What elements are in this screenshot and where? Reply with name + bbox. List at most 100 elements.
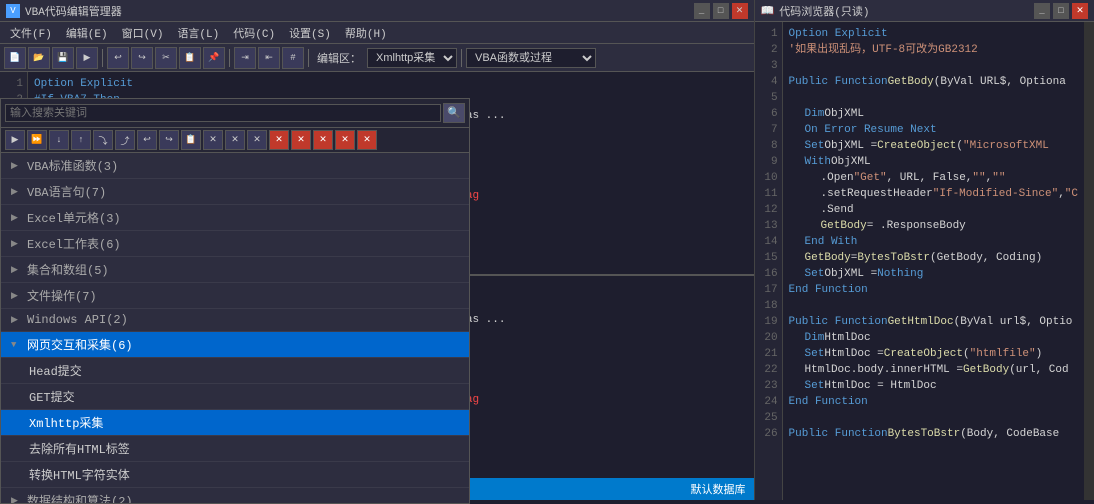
dt-btn-16[interactable]: ✕ — [335, 130, 355, 150]
app-container: V VBA代码编辑管理器 _ □ ✕ 文件(F) 编辑(E) 窗口(V) 语言(… — [0, 0, 1094, 500]
dropdown-label: VBA语言句(7) — [27, 183, 106, 200]
editor-label: 编辑区： — [317, 50, 361, 66]
code-line: GetBody = .ResponseBody — [789, 218, 1078, 234]
dropdown-item-xmlhttp[interactable]: Xmlhttp采集 — [1, 410, 469, 436]
code-line: Set HtmlDoc = CreateObject("htmlfile") — [789, 346, 1078, 362]
dropdown-overlay: 🔍 ▶ ⏩ ↓ ↑ ⤵ ⤴ ↩ ↪ 📋 ✕ ✕ ✕ ✕ ✕ ✕ ✕ ✕ — [0, 98, 470, 504]
dropdown-item-html-entity[interactable]: 转换HTML字符实体 — [1, 462, 469, 488]
dt-btn-4[interactable]: ↑ — [71, 130, 91, 150]
dt-btn-8[interactable]: ↪ — [159, 130, 179, 150]
menu-code[interactable]: 代码(C) — [227, 23, 281, 43]
status-db: 默认数据库 — [691, 481, 746, 497]
dropdown-item-collection[interactable]: ▶ 集合和数组(5) — [1, 257, 469, 283]
right-line-numbers: 12345 678910 1112131415 1617181920 21222… — [755, 22, 783, 500]
expand-icon: ▶ — [11, 161, 21, 171]
toolbar-sep1 — [102, 49, 103, 67]
dropdown-search-input[interactable] — [5, 104, 441, 122]
code-line: End Function — [789, 394, 1078, 410]
dropdown-label: VBA标准函数(3) — [27, 157, 118, 174]
dropdown-item-web[interactable]: ▼ 网页交互和采集(6) — [1, 332, 469, 358]
left-title-controls: _ □ ✕ — [694, 3, 748, 19]
dropdown-label: Head提交 — [29, 362, 82, 379]
dropdown-item-excel-cell[interactable]: ▶ Excel单元格(3) — [1, 205, 469, 231]
toolbar-undo[interactable]: ↩ — [107, 47, 129, 69]
dropdown-item-winapi[interactable]: ▶ Windows API(2) — [1, 309, 469, 332]
dropdown-item-vba-lang[interactable]: ▶ VBA语言句(7) — [1, 179, 469, 205]
dt-btn-7[interactable]: ↩ — [137, 130, 157, 150]
editor-select[interactable]: Xmlhttp采集 — [367, 48, 457, 68]
maximize-button[interactable]: □ — [713, 3, 729, 19]
dropdown-search-button[interactable]: 🔍 — [443, 103, 465, 123]
toolbar-save[interactable]: 💾 — [52, 47, 74, 69]
dropdown-search-bar: 🔍 — [1, 99, 469, 128]
dropdown-item-head[interactable]: Head提交 — [1, 358, 469, 384]
toolbar-new[interactable]: 📄 — [4, 47, 26, 69]
code-line — [789, 410, 1078, 426]
dt-btn-6[interactable]: ⤴ — [115, 130, 135, 150]
toolbar-sep2 — [229, 49, 230, 67]
dt-btn-17[interactable]: ✕ — [357, 130, 377, 150]
code-line: '如果出现乱码，UTF-8可改为GB2312 — [789, 42, 1078, 58]
close-button[interactable]: ✕ — [732, 3, 748, 19]
dt-btn-10[interactable]: ✕ — [203, 130, 223, 150]
menu-window[interactable]: 窗口(V) — [116, 23, 170, 43]
left-title-text: VBA代码编辑管理器 — [25, 3, 122, 19]
expand-icon: ▶ — [11, 239, 21, 249]
right-scrollbar[interactable] — [1084, 22, 1094, 500]
toolbar-comment[interactable]: # — [282, 47, 304, 69]
toolbar-sep3 — [308, 49, 309, 67]
expand-icon: ▶ — [11, 213, 21, 223]
code-line: Public Function GetHtmlDoc(ByVal url$, O… — [789, 314, 1078, 330]
toolbar-paste[interactable]: 📌 — [203, 47, 225, 69]
expand-icon: ▶ — [11, 291, 21, 301]
dropdown-item-get[interactable]: GET提交 — [1, 384, 469, 410]
dt-btn-5[interactable]: ⤵ — [93, 130, 113, 150]
dropdown-item-vba-std[interactable]: ▶ VBA标准函数(3) — [1, 153, 469, 179]
menu-language[interactable]: 语言(L) — [171, 23, 225, 43]
minimize-button[interactable]: _ — [694, 3, 710, 19]
expand-icon: ▶ — [11, 187, 21, 197]
expand-icon: ▶ — [11, 315, 21, 325]
dt-btn-14[interactable]: ✕ — [291, 130, 311, 150]
dropdown-label: GET提交 — [29, 388, 75, 405]
toolbar-cut[interactable]: ✂ — [155, 47, 177, 69]
dt-btn-15[interactable]: ✕ — [313, 130, 333, 150]
menu-settings[interactable]: 设置(S) — [283, 23, 337, 43]
right-close[interactable]: ✕ — [1072, 3, 1088, 19]
dt-btn-1[interactable]: ▶ — [5, 130, 25, 150]
dropdown-item-excel-sheet[interactable]: ▶ Excel工作表(6) — [1, 231, 469, 257]
menu-file[interactable]: 文件(F) — [4, 23, 58, 43]
expand-icon: ▶ — [11, 265, 21, 275]
right-minimize[interactable]: _ — [1034, 3, 1050, 19]
code-line: .Open "Get", URL, False, "", "" — [789, 170, 1078, 186]
dropdown-label: Windows API(2) — [27, 313, 128, 327]
dt-btn-2[interactable]: ⏩ — [27, 130, 47, 150]
left-title-bar: V VBA代码编辑管理器 _ □ ✕ — [0, 0, 754, 22]
toolbar-run[interactable]: ▶ — [76, 47, 98, 69]
dropdown-label: Xmlhttp采集 — [29, 414, 103, 431]
toolbar-indent[interactable]: ⇥ — [234, 47, 256, 69]
dt-btn-11[interactable]: ✕ — [225, 130, 245, 150]
function-select[interactable]: VBA函数或过程 — [466, 48, 596, 68]
toolbar-redo[interactable]: ↪ — [131, 47, 153, 69]
right-panel: 📖 代码浏览器(只读) _ □ ✕ 12345 678910 111213141… — [755, 0, 1094, 500]
toolbar-open[interactable]: 📂 — [28, 47, 50, 69]
code-line: Dim ObjXML — [789, 106, 1078, 122]
dt-btn-12[interactable]: ✕ — [247, 130, 267, 150]
dropdown-list: ▶ VBA标准函数(3) ▶ VBA语言句(7) ▶ Excel单元格(3) ▶… — [1, 153, 469, 503]
dropdown-item-remove-html[interactable]: 去除所有HTML标签 — [1, 436, 469, 462]
dt-btn-3[interactable]: ↓ — [49, 130, 69, 150]
toolbar-outdent[interactable]: ⇤ — [258, 47, 280, 69]
right-title-controls: _ □ ✕ — [1034, 3, 1088, 19]
dropdown-item-file[interactable]: ▶ 文件操作(7) — [1, 283, 469, 309]
menu-help[interactable]: 帮助(H) — [339, 23, 393, 43]
dropdown-item-algo[interactable]: ▶ 数据结构和算法(2) — [1, 488, 469, 503]
toolbar-copy[interactable]: 📋 — [179, 47, 201, 69]
dt-btn-13[interactable]: ✕ — [269, 130, 289, 150]
dt-btn-9[interactable]: 📋 — [181, 130, 201, 150]
expand-icon: ▼ — [11, 340, 21, 350]
right-maximize[interactable]: □ — [1053, 3, 1069, 19]
menu-edit[interactable]: 编辑(E) — [60, 23, 114, 43]
code-line: Set HtmlDoc = HtmlDoc — [789, 378, 1078, 394]
dropdown-label: 集合和数组(5) — [27, 261, 109, 278]
